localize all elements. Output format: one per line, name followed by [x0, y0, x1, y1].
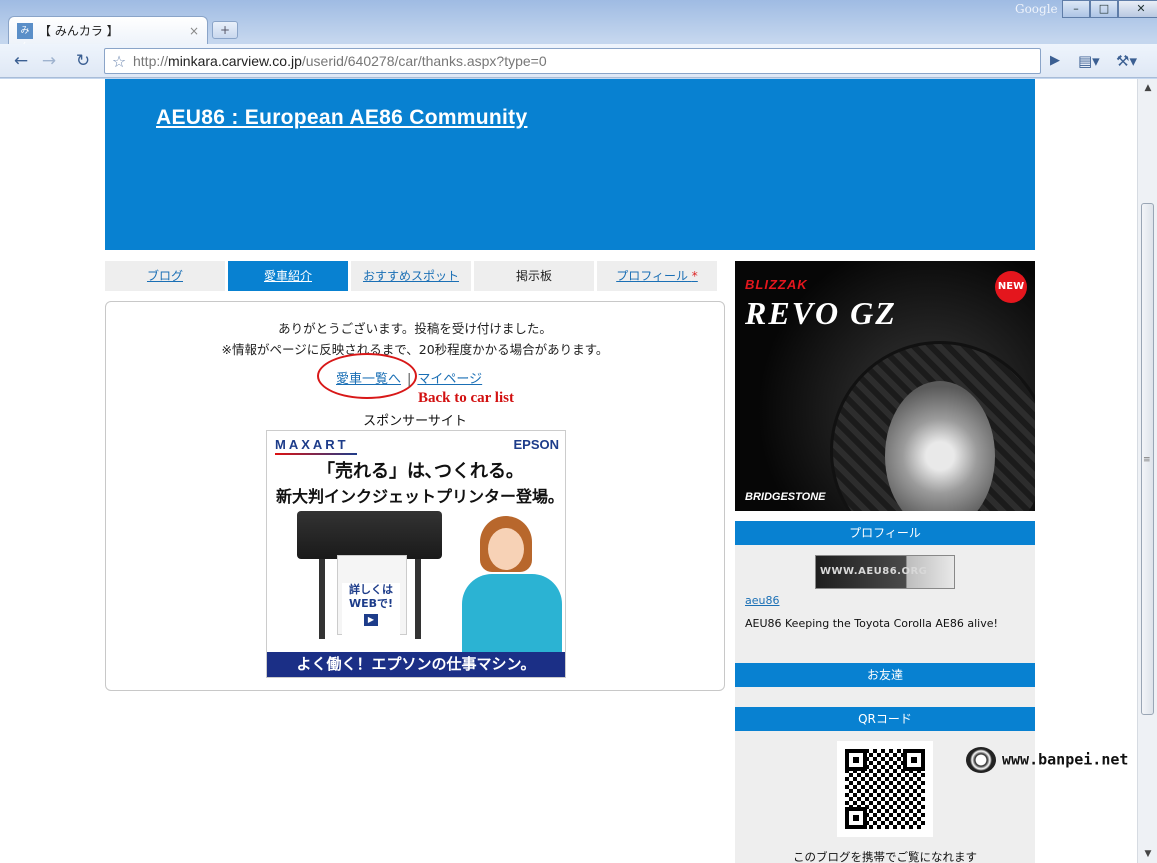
printer-leg — [415, 559, 421, 639]
wrench-menu-icon[interactable]: ⚒▾ — [1116, 49, 1137, 73]
qr-heading: QRコード — [735, 707, 1035, 731]
header-banner: AEU86 : European AE86 Community — [105, 79, 1035, 250]
qr-code-image — [837, 741, 933, 837]
tab-profile-label: プロフィール — [616, 269, 688, 283]
site-title-link[interactable]: AEU86 : European AE86 Community — [156, 106, 527, 130]
tab-title: 【 みんカラ 】 — [39, 24, 119, 38]
sponsor-label: スポンサーサイト — [363, 414, 467, 429]
nav-links: 愛車一覧へ | マイページ — [336, 368, 482, 387]
scroll-up-icon[interactable]: ▲ — [1138, 79, 1157, 97]
tab-strip: みん 【 みんカラ 】 × + Google – □ ✕ — [0, 0, 1157, 52]
qr-finder — [845, 807, 867, 829]
profile-panel: WWW.AEU86.ORG aeu86 AEU86 Keeping the To… — [735, 545, 1035, 663]
profile-image[interactable]: WWW.AEU86.ORG — [815, 555, 955, 589]
address-bar[interactable]: ☆ http://minkara.carview.co.jp/userid/64… — [104, 48, 1041, 74]
watermark-text: www.banpei.net — [1002, 750, 1129, 769]
url-text: http://minkara.carview.co.jp/userid/6402… — [133, 53, 547, 69]
qr-finder — [845, 749, 867, 771]
play-icon: ▶ — [364, 614, 378, 626]
printer-body — [297, 511, 442, 559]
scroll-grip-icon: ≡ — [1143, 455, 1151, 465]
watermark-logo-icon — [966, 747, 996, 773]
page-menu-icon[interactable]: ▤▾ — [1078, 49, 1100, 73]
link-separator: | — [407, 372, 412, 387]
new-badge: NEW — [995, 271, 1027, 303]
bookmark-star-icon[interactable]: ☆ — [105, 52, 133, 71]
qr-finder — [903, 749, 925, 771]
new-tab-button[interactable]: + — [212, 21, 238, 39]
profile-name-link[interactable]: aeu86 — [745, 594, 779, 607]
epson-ad-banner[interactable]: MAXART EPSON 「売れる」は､つくれる｡ 新大判インクジェットプリンタ… — [266, 430, 566, 678]
profile-heading: プロフィール — [735, 521, 1035, 545]
maximize-icon[interactable]: □ — [1090, 0, 1118, 18]
forward-arrow-icon[interactable]: → — [36, 49, 62, 73]
ad-footer: よく働く！エプソンの仕事マシン。 — [267, 652, 565, 677]
tab-board[interactable]: 掲示板 — [474, 261, 594, 291]
web-button[interactable]: 詳しくは WEBで! ▶ — [342, 583, 400, 639]
close-window-icon[interactable]: ✕ — [1118, 0, 1157, 18]
window-controls: – □ ✕ — [1062, 0, 1157, 18]
web-button-line2: WEBで! — [348, 597, 394, 610]
favicon-icon: みん — [17, 22, 33, 52]
watermark: www.banpei.net — [966, 747, 1128, 773]
revo-gz-logo: REVO GZ — [745, 295, 897, 331]
friends-heading: お友達 — [735, 663, 1035, 687]
page-viewport: AEU86 : European AE86 Community ブログ 愛車紹介… — [0, 79, 1157, 863]
delay-notice: ※情報がページに反映されるまで、20秒程度かかる場合があります。 — [221, 342, 609, 357]
tab-profile[interactable]: プロフィール * — [597, 261, 717, 291]
browser-window: みん 【 みんカラ 】 × + Google – □ ✕ ← → ↻ ☆ htt… — [0, 0, 1157, 863]
profile-description: AEU86 Keeping the Toyota Corolla AE86 al… — [745, 617, 998, 630]
browser-tab[interactable]: みん 【 みんカラ 】 × — [8, 16, 208, 52]
tab-car-intro[interactable]: 愛車紹介 — [228, 261, 348, 291]
qr-caption: このブログを携帯でご覧になれます — [793, 850, 977, 863]
printer-leg — [319, 559, 325, 639]
bridgestone-logo: BRIDGESTONE — [745, 491, 826, 503]
qr-pattern — [845, 749, 925, 829]
thanks-panel: ありがとうございます。投稿を受け付けました。 ※情報がページに反映されるまで、2… — [105, 301, 725, 691]
vertical-scrollbar[interactable]: ▲ ≡ ▼ — [1137, 79, 1157, 863]
new-marker: * — [691, 269, 698, 283]
friends-panel — [735, 687, 1035, 707]
tire-ad-banner[interactable]: BLIZZAK REVO GZ NEW BRIDGESTONE — [735, 261, 1035, 511]
go-icon[interactable]: ▶ — [1044, 49, 1066, 73]
model-face — [488, 528, 524, 570]
scroll-down-icon[interactable]: ▼ — [1138, 845, 1157, 863]
google-label: Google — [1015, 2, 1058, 16]
browser-toolbar: ← → ↻ ☆ http://minkara.carview.co.jp/use… — [0, 44, 1157, 78]
tab-blog[interactable]: ブログ — [105, 261, 225, 291]
annotation-text: Back to car list — [418, 390, 514, 406]
profile-image-text: WWW.AEU86.ORG — [820, 566, 928, 577]
reload-icon[interactable]: ↻ — [70, 49, 96, 73]
web-button-line1: 詳しくは — [349, 583, 393, 596]
blizzak-logo: BLIZZAK — [745, 277, 808, 292]
mypage-link[interactable]: マイページ — [417, 372, 482, 387]
close-tab-icon[interactable]: × — [189, 24, 199, 38]
page-tabs: ブログ 愛車紹介 おすすめスポット 掲示板 プロフィール * — [105, 261, 717, 291]
minimize-icon[interactable]: – — [1062, 0, 1090, 18]
tab-spots[interactable]: おすすめスポット — [351, 261, 471, 291]
car-list-link[interactable]: 愛車一覧へ — [336, 372, 401, 387]
model-image — [452, 516, 564, 656]
maxart-logo: MAXART — [275, 437, 349, 452]
back-arrow-icon[interactable]: ← — [8, 49, 34, 73]
thanks-message: ありがとうございます。投稿を受け付けました。 — [278, 321, 552, 336]
epson-logo: EPSON — [513, 437, 559, 452]
maxart-underline — [275, 453, 357, 455]
ad-headline-1: 「売れる」は､つくれる｡ — [317, 461, 515, 482]
model-shirt — [462, 574, 562, 656]
ad-headline-2: 新大判インクジェットプリンター登場｡ — [275, 487, 556, 506]
